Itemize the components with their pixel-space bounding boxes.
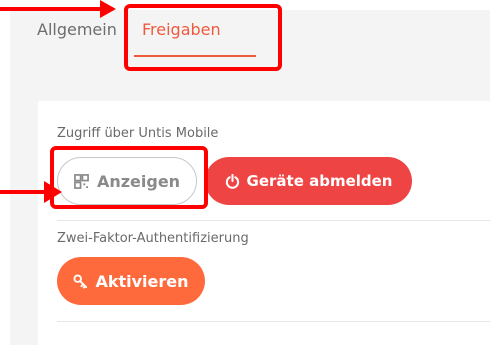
key-icon (73, 273, 88, 289)
activate-2fa-label: Aktivieren (95, 271, 189, 291)
arrow-to-show-button-icon (0, 181, 62, 203)
logout-devices-button[interactable]: Geräte abmelden (205, 157, 412, 205)
power-icon (225, 173, 239, 189)
activate-2fa-button[interactable]: Aktivieren (57, 257, 205, 305)
two-factor-section-label: Zwei-Faktor-Authentifizierung (57, 231, 249, 246)
section-divider-bottom (57, 321, 490, 322)
section-divider (57, 220, 490, 221)
logout-devices-label: Geräte abmelden (246, 172, 393, 190)
access-section-label: Zugriff über Untis Mobile (57, 126, 219, 141)
arrow-to-tab-icon (0, 0, 116, 18)
tab-highlight-box (124, 4, 282, 71)
tab-general[interactable]: Allgemein (37, 20, 117, 39)
show-button-highlight-box (50, 146, 208, 209)
